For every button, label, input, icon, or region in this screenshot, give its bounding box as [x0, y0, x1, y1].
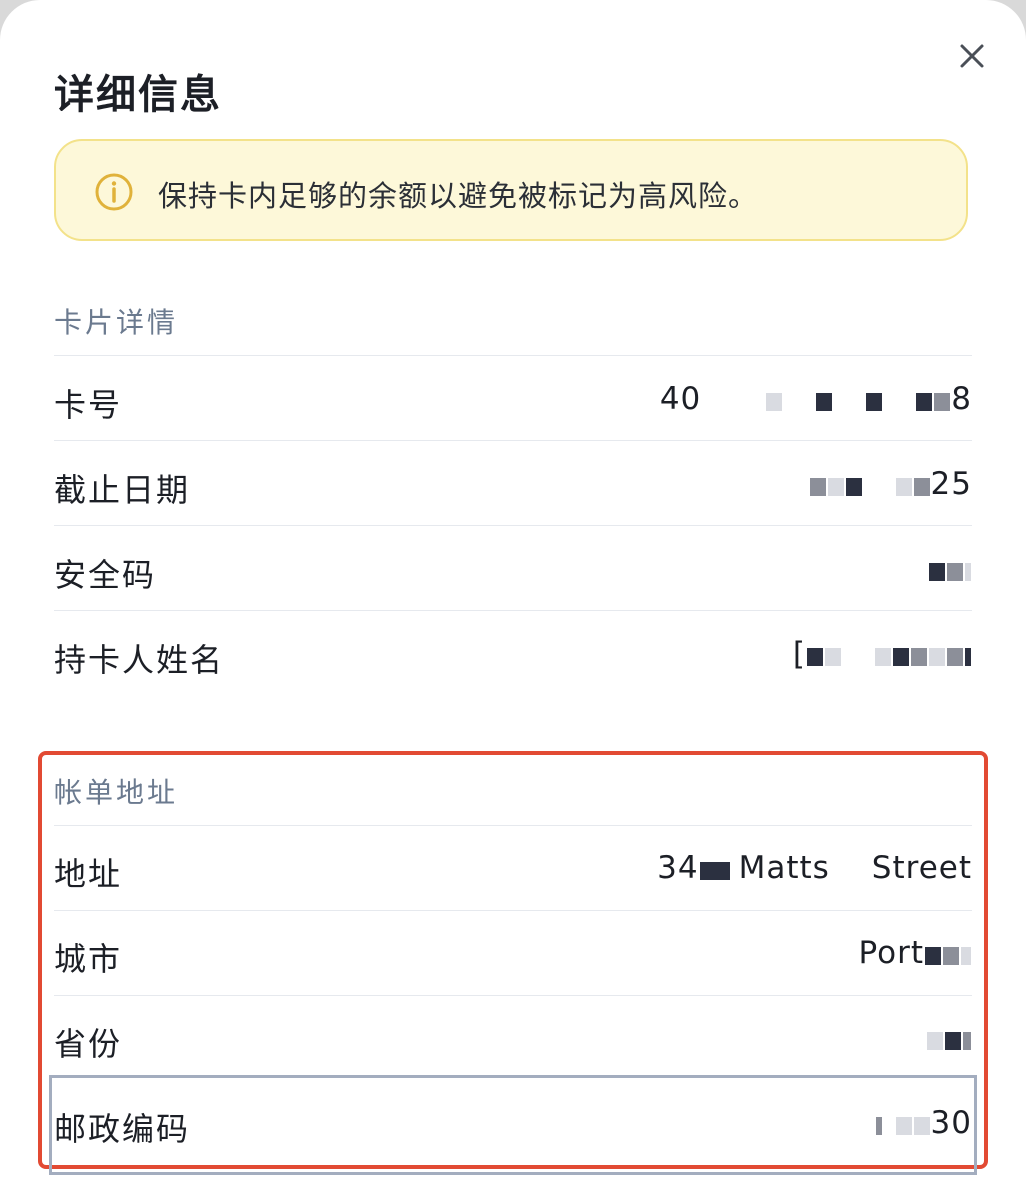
- expiry-date-label: 截止日期: [54, 471, 191, 509]
- city-prefix: Port: [858, 935, 924, 971]
- details-dialog: 详细信息 保持卡内足够的余额以避免被标记为高风险。 卡片详情 卡号 40 8 截止…: [0, 0, 1026, 1200]
- masked-value: [926, 1022, 972, 1058]
- cardholder-name-value: [: [793, 636, 972, 674]
- close-button[interactable]: [952, 36, 992, 76]
- masked-value: [701, 383, 951, 419]
- masked-value: [875, 1107, 931, 1143]
- card-number-prefix: 40: [659, 381, 702, 417]
- info-circle-icon: [94, 172, 134, 212]
- dialog-title: 详细信息: [54, 72, 222, 118]
- card-number-label: 卡号: [54, 386, 123, 424]
- postal-code-value: 30: [875, 1105, 972, 1143]
- divider: [54, 355, 972, 356]
- address-prefix: 34: [657, 850, 699, 886]
- postal-code-suffix: 30: [930, 1105, 972, 1141]
- card-number-value: 40 8: [660, 381, 972, 419]
- postal-code-label: 邮政编码: [54, 1110, 191, 1148]
- masked-value: [830, 852, 872, 888]
- divider: [54, 910, 972, 911]
- divider: [54, 610, 972, 611]
- province-label: 省份: [54, 1025, 123, 1063]
- divider: [54, 440, 972, 441]
- masked-value: [806, 638, 972, 674]
- masked-value: [928, 553, 972, 589]
- notice-text: 保持卡内足够的余额以避免被标记为高风险。: [158, 179, 759, 213]
- cardholder-name-prefix: [: [792, 636, 806, 672]
- city-label: 城市: [54, 940, 123, 978]
- city-value: Port: [859, 935, 972, 973]
- province-value: [926, 1020, 972, 1058]
- address-suffix: Street: [871, 850, 972, 886]
- divider: [54, 525, 972, 526]
- divider: [54, 995, 972, 996]
- masked-value: [924, 937, 972, 973]
- risk-notice-banner: 保持卡内足够的余额以避免被标记为高风险。: [54, 139, 968, 241]
- cardholder-name-label: 持卡人姓名: [54, 641, 225, 679]
- address-label: 地址: [54, 855, 123, 893]
- address-middle: Matts: [738, 850, 830, 886]
- address-value: 34 Matts Street: [657, 850, 972, 888]
- cvv-value: [928, 551, 972, 589]
- card-number-suffix: 8: [951, 381, 972, 417]
- expiry-date-suffix: 25: [930, 466, 972, 502]
- divider: [54, 825, 972, 826]
- masked-value: [699, 852, 739, 888]
- section-title-card-details: 卡片详情: [54, 306, 179, 339]
- close-icon: [952, 36, 992, 76]
- masked-value: [809, 468, 931, 504]
- section-title-billing-address: 帐单地址: [54, 776, 179, 809]
- expiry-date-value: 25: [809, 466, 972, 504]
- cvv-label: 安全码: [54, 556, 157, 594]
